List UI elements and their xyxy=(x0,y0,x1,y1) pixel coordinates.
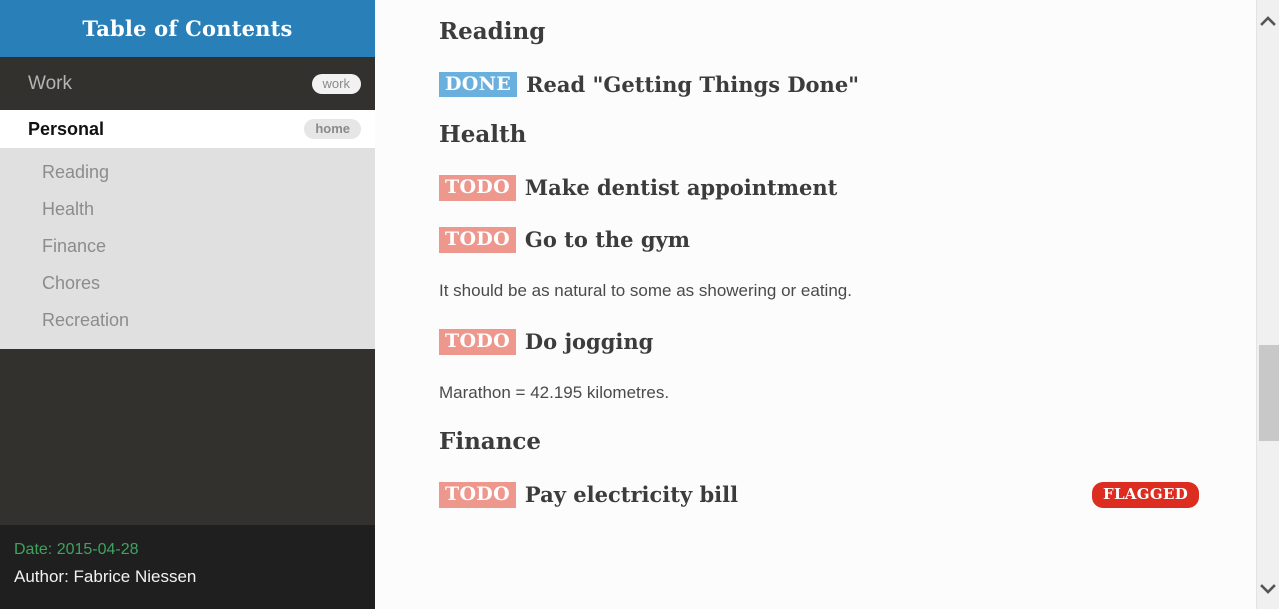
app-root: Table of Contents Work work Personal hom… xyxy=(0,0,1279,609)
content-area: Reading DONE Read "Getting Things Done" Hea… xyxy=(375,0,1279,609)
toc-header-title: Table of Contents xyxy=(82,16,293,41)
task-keyword-badge[interactable]: TODO xyxy=(439,481,516,508)
scroll-up-button[interactable] xyxy=(1257,8,1279,32)
task-title: Do jogging xyxy=(524,329,654,354)
flagged-tag[interactable]: FLAGGED xyxy=(1092,482,1199,508)
task-item[interactable]: TODO Do jogging xyxy=(439,328,1199,355)
section-heading: Reading xyxy=(439,18,546,45)
task-title: Make dentist appointment xyxy=(524,175,838,201)
sidebar-item-finance-label: Finance xyxy=(42,236,107,256)
task-keyword-badge[interactable]: TODO xyxy=(439,226,516,253)
toc-sublist: Reading Health Finance Chores Recreation xyxy=(0,148,375,349)
sidebar-item-personal[interactable]: Personal home xyxy=(0,110,375,148)
sidebar-tag-work[interactable]: work xyxy=(311,73,361,94)
sidebar-item-finance[interactable]: Finance xyxy=(0,228,375,265)
chevron-up-icon xyxy=(1260,15,1276,26)
paragraph: Marathon = 42.195 kilometres. xyxy=(439,382,670,402)
task-item[interactable]: DONE Read "Getting Things Done" xyxy=(439,71,1199,98)
section-heading: Health xyxy=(439,121,527,149)
task-item[interactable]: TODO Pay electricity bill FLAGGED xyxy=(439,481,1199,508)
paragraph: It should be as natural to some as showe… xyxy=(439,280,852,300)
task-keyword-badge[interactable]: DONE xyxy=(439,71,518,98)
sidebar-footer: Date: 2015-04-28 Author: Fabrice Niessen xyxy=(0,525,375,609)
document-body: Reading DONE Read "Getting Things Done" Hea… xyxy=(439,0,1279,508)
footer-date: Date: 2015-04-28 xyxy=(14,541,139,558)
sidebar-item-reading-label: Reading xyxy=(42,162,110,182)
footer-author: Author: Fabrice Niessen xyxy=(14,567,197,586)
sidebar: Table of Contents Work work Personal hom… xyxy=(0,0,375,609)
sidebar-item-health-label: Health xyxy=(42,199,95,219)
toc-nav: Work work Personal home Reading Health F… xyxy=(0,57,375,349)
sidebar-item-recreation-label: Recreation xyxy=(42,310,130,330)
toc-list: Work work Personal home xyxy=(0,57,375,148)
task-title: Pay electricity bill xyxy=(524,482,739,508)
sidebar-item-recreation[interactable]: Recreation xyxy=(0,302,375,339)
sidebar-item-reading[interactable]: Reading xyxy=(0,154,375,191)
task-item[interactable]: TODO Go to the gym xyxy=(439,226,1199,253)
task-keyword-badge[interactable]: TODO xyxy=(439,328,516,355)
task-item[interactable]: TODO Make dentist appointment xyxy=(439,175,1199,201)
chevron-down-icon xyxy=(1260,583,1276,595)
task-keyword-badge[interactable]: TODO xyxy=(439,175,516,201)
sidebar-item-health[interactable]: Health xyxy=(0,191,375,228)
toc-header: Table of Contents xyxy=(0,0,375,57)
sidebar-item-work[interactable]: Work work xyxy=(0,57,375,110)
task-title: Go to the gym xyxy=(524,227,690,253)
task-title: Read "Getting Things Done" xyxy=(526,71,860,97)
sidebar-item-chores-label: Chores xyxy=(42,273,101,293)
sidebar-tag-home[interactable]: home xyxy=(304,119,361,139)
vertical-scrollbar[interactable] xyxy=(1256,0,1279,609)
section-heading: Finance xyxy=(439,428,542,456)
scrollbar-thumb[interactable] xyxy=(1259,345,1279,441)
scroll-down-button[interactable] xyxy=(1257,577,1279,601)
sidebar-item-work-label: Work xyxy=(28,72,72,94)
sidebar-item-chores[interactable]: Chores xyxy=(0,265,375,302)
sidebar-item-personal-label: Personal xyxy=(28,118,105,139)
